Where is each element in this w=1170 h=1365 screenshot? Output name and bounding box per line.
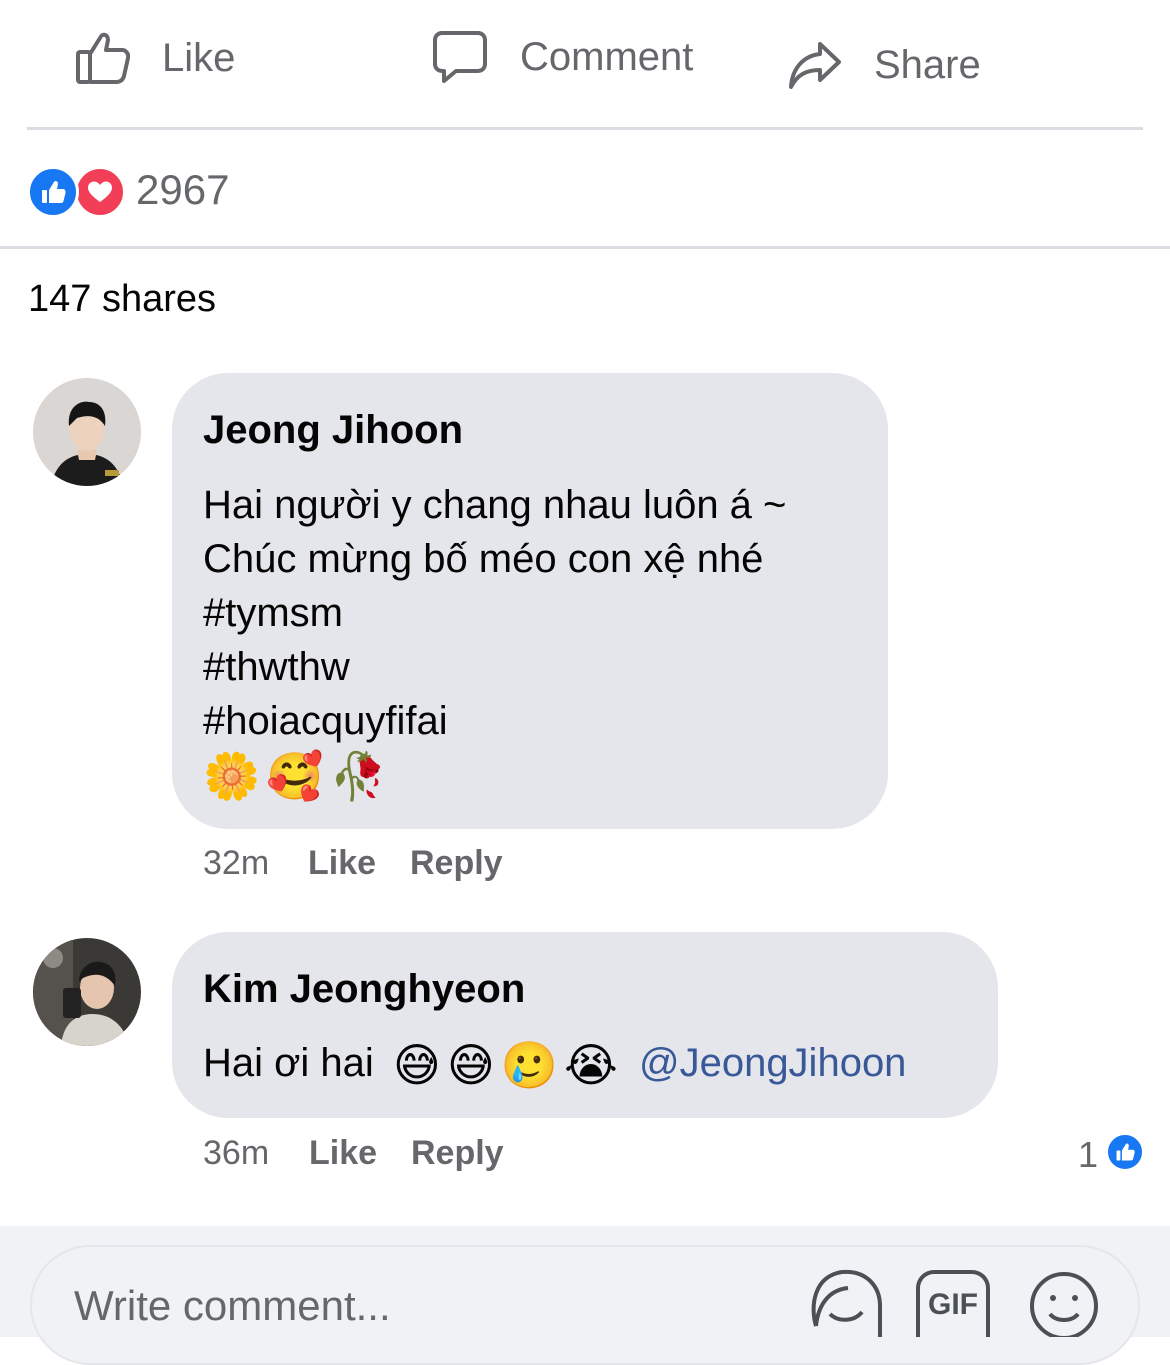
comment-text-line: Chúc mừng bố méo con xệ nhé [203,537,764,581]
hashtag-link[interactable]: #thwthw [203,640,350,694]
comment-emoji-row: 🌼 🥰 🥀 [203,744,387,804]
smiling-face-hearts-emoji: 🥰 [266,749,324,802]
mention-link[interactable]: @JeongJihoon [639,1041,906,1085]
share-count[interactable]: 147 shares [28,278,216,321]
comment-author[interactable]: Jeong Jihoon [203,408,463,453]
comment-label: Comment [520,34,694,79]
like-button[interactable]: Like [76,30,235,86]
hashtag-link[interactable]: #hoiacquyfifai [203,694,448,748]
share-label: Share [874,42,981,87]
comment-reaction-count[interactable]: 1 [1078,1134,1098,1176]
reactions-divider [0,246,1170,249]
comment-text-line: Hai người y chang nhau luôn á ~ [203,483,787,527]
avatar[interactable] [33,378,141,486]
love-reaction-icon [74,166,126,218]
avatar[interactable] [33,938,141,1046]
like-reaction-icon [27,166,79,218]
share-icon [788,40,842,90]
crying-face-emoji: 😭 [564,1039,618,1092]
comment-button[interactable]: Comment [432,30,693,84]
share-button[interactable]: Share [788,40,981,90]
comment-input-placeholder: Write comment... [74,1282,391,1329]
smiling-tear-emoji: 🥲 [500,1039,559,1092]
comment-text: Hai ơi hai [203,1041,374,1085]
comment-reply-link[interactable]: Reply [411,1134,504,1173]
like-label: Like [162,35,236,80]
wilted-flower-emoji: 🥀 [329,749,387,802]
comment-like-link[interactable]: Like [309,1134,377,1173]
gif-label: GIF [928,1288,978,1321]
comment-like-link[interactable]: Like [308,844,376,883]
thumbs-up-icon [76,30,130,86]
gif-icon[interactable]: GIF [916,1270,990,1337]
comment-reply-link[interactable]: Reply [410,844,503,883]
grinning-sweat-emoji: 😅 [392,1039,441,1092]
sticker-icon[interactable] [808,1266,884,1342]
reaction-count[interactable]: 2967 [136,166,229,214]
action-bar-divider [27,127,1143,130]
comment-time: 36m [203,1134,270,1172]
sunflower-emoji: 🌼 [203,749,261,802]
grinning-sweat-emoji: 😅 [446,1039,495,1092]
hashtag-link[interactable]: #tymsm [203,586,343,640]
comment-author[interactable]: Kim Jeonghyeon [203,967,525,1012]
emoji-icon[interactable] [1028,1270,1100,1342]
comment-time: 32m [203,844,270,882]
like-reaction-icon [1105,1132,1145,1172]
comment-icon [432,30,488,84]
comment-text-row: Hai ơi hai 😅 😅 🥲 😭 @JeongJihoon [203,1036,906,1092]
